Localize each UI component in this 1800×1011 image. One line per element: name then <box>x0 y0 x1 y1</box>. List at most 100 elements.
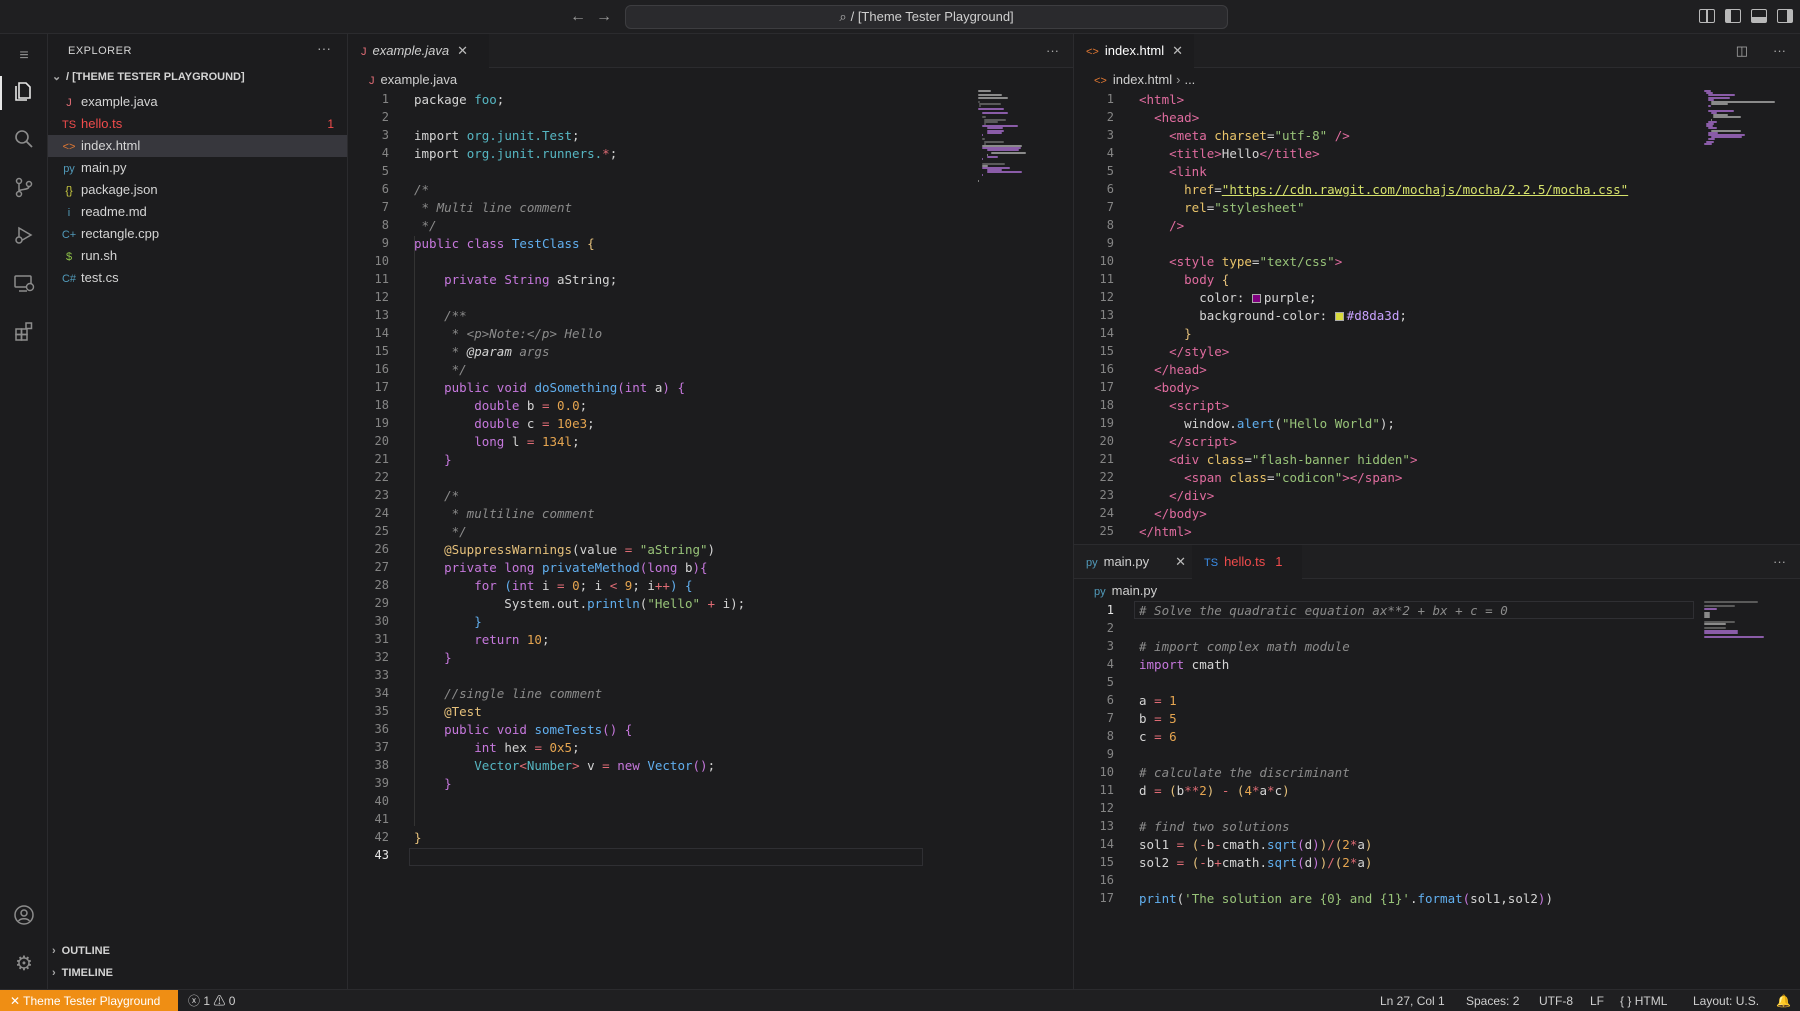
remote-explorer-icon[interactable] <box>12 272 36 296</box>
end-of-line[interactable]: LF <box>1590 990 1604 1011</box>
toggle-primary-sidebar-icon[interactable] <box>1725 9 1741 23</box>
code-line: */ <box>414 524 467 539</box>
command-center-search[interactable]: ⌕ / [Theme Tester Playground] <box>625 5 1228 29</box>
toggle-panel-icon[interactable] <box>1751 9 1767 23</box>
file-name: package.json <box>81 182 158 197</box>
cursor-position[interactable]: Ln 27, Col 1 <box>1380 990 1445 1011</box>
settings-gear-icon[interactable]: ⚙ <box>12 952 36 976</box>
minimap-line <box>986 171 1022 174</box>
html-editor[interactable]: 1 <html> 2 <head> 3 <meta charset="utf-8" /… <box>1074 90 1800 542</box>
line-number: 33 <box>374 668 389 682</box>
line-number: 9 <box>381 236 389 250</box>
file-item-test-cs[interactable]: C# test.cs <box>48 267 348 289</box>
accounts-icon[interactable] <box>12 904 36 928</box>
code-line: <link <box>1169 164 1207 179</box>
toggle-secondary-sidebar-icon[interactable] <box>1777 9 1793 23</box>
minimap[interactable] <box>1704 601 1764 669</box>
more-actions-icon[interactable]: ··· <box>1773 34 1786 68</box>
back-arrow-icon[interactable]: ← <box>568 7 588 27</box>
run-debug-icon[interactable] <box>12 224 36 248</box>
line-number: 2 <box>1106 621 1114 635</box>
tab-example-java[interactable]: Jexample.java ✕ <box>349 34 489 68</box>
file-item-example-java[interactable]: Jexample.java <box>48 91 348 113</box>
line-number: 3 <box>1106 128 1114 142</box>
python-editor[interactable]: 1 # Solve the quadratic equation ax**2 + … <box>1074 601 1800 987</box>
activity-bar: ≡ ⚙ <box>0 34 48 989</box>
minimap[interactable] <box>1704 90 1775 190</box>
close-icon[interactable]: ✕ <box>1175 554 1186 569</box>
tab-hello-ts[interactable]: TS hello.ts 1 <box>1192 545 1302 579</box>
file-name: run.sh <box>81 248 118 263</box>
more-actions-icon[interactable]: ··· <box>1046 34 1059 68</box>
close-icon[interactable]: ✕ <box>457 43 468 58</box>
code-line: return 10; <box>474 632 550 647</box>
tab-index-html[interactable]: <> index.html ✕ <box>1074 34 1194 68</box>
line-number: 3 <box>381 128 389 142</box>
file-item-rectangle-cpp[interactable]: C+ rectangle.cpp <box>48 223 348 245</box>
line-number: 1 <box>1106 92 1114 106</box>
line-number: 23 <box>374 488 389 502</box>
line-number: 23 <box>1099 488 1114 502</box>
file-name: test.cs <box>81 270 119 285</box>
line-number: 18 <box>374 398 389 412</box>
menu-icon[interactable]: ≡ <box>12 44 36 68</box>
tab-main-py[interactable]: py main.py ✕ <box>1074 545 1192 579</box>
line-number: 5 <box>1106 164 1114 178</box>
forward-arrow-icon[interactable]: → <box>594 7 614 27</box>
keyboard-layout[interactable]: Layout: U.S. <box>1693 990 1759 1011</box>
file-name: index.html <box>81 138 141 153</box>
customize-layout-icon[interactable] <box>1699 9 1715 23</box>
line-number: 14 <box>1099 326 1114 340</box>
folder-header[interactable]: ⌄ / [THEME TESTER PLAYGROUND] <box>52 70 245 83</box>
source-control-icon[interactable] <box>12 176 36 200</box>
file-item-readme-md[interactable]: i readme.md <box>48 201 348 223</box>
file-item-index-html[interactable]: <> index.html <box>48 135 347 157</box>
explorer-files-icon[interactable] <box>12 80 36 104</box>
minimap-line <box>1704 607 1718 610</box>
line-number: 2 <box>1106 110 1114 124</box>
minimap-line <box>1704 636 1764 639</box>
java-editor[interactable]: 1 package foo; 2 3 import org.junit.Test; 4 im… <box>349 90 1073 870</box>
code-line: </div> <box>1169 488 1215 503</box>
more-actions-icon[interactable]: ··· <box>1773 545 1786 579</box>
file-type-icon: J <box>66 97 72 109</box>
minimap-line <box>982 112 1008 114</box>
language-mode[interactable]: { } HTML <box>1620 990 1667 1011</box>
python-file-icon: py <box>1086 557 1098 569</box>
problems-indicator[interactable]: ⓧ 1 ⚠ 0 <box>188 990 235 1011</box>
file-item-run-sh[interactable]: $ run.sh <box>48 245 348 267</box>
status-bar: ✕ Theme Tester Playground ⓧ 1 ⚠ 0 Ln 27,… <box>0 989 1800 1011</box>
file-item-hello-ts[interactable]: TS hello.ts 1 <box>48 113 348 135</box>
chevron-right-icon: › <box>52 945 56 957</box>
file-item-main-py[interactable]: py main.py <box>48 157 348 179</box>
warning-icon: ⚠ <box>213 994 226 1008</box>
code-line: System.out.println("Hello" + i); <box>414 596 746 611</box>
minimap-line <box>1710 103 1729 106</box>
line-number: 25 <box>1099 524 1114 538</box>
breadcrumb[interactable]: <> index.html ›... <box>1094 69 1195 91</box>
code-line: long l = 134l; <box>474 434 580 449</box>
encoding[interactable]: UTF-8 <box>1539 990 1573 1011</box>
html-file-icon: <> <box>1086 46 1099 58</box>
more-actions-icon[interactable]: ··· <box>317 40 331 56</box>
breadcrumb[interactable]: py main.py <box>1094 580 1157 602</box>
breadcrumb[interactable]: Jexample.java <box>369 69 457 91</box>
timeline-section[interactable]: › TIMELINE <box>52 967 113 979</box>
remote-indicator[interactable]: ✕ Theme Tester Playground <box>0 990 178 1011</box>
search-icon[interactable] <box>12 128 36 152</box>
close-icon[interactable]: ✕ <box>1172 43 1183 58</box>
line-number: 11 <box>374 272 389 286</box>
line-number: 41 <box>374 812 389 826</box>
indentation[interactable]: Spaces: 2 <box>1466 990 1519 1011</box>
outline-section[interactable]: › OUTLINE <box>52 945 110 957</box>
extensions-icon[interactable] <box>12 320 36 344</box>
code-line: * <p>Note:</p> Hello <box>414 326 603 341</box>
line-number: 26 <box>374 542 389 556</box>
minimap[interactable] <box>978 90 1028 262</box>
split-editor-icon[interactable]: ◫ <box>1736 34 1748 68</box>
file-type-icon: py <box>63 163 75 175</box>
minimap-line <box>1704 631 1739 634</box>
file-item-package-json[interactable]: {} package.json <box>48 179 348 201</box>
code-line: } <box>474 614 482 629</box>
notifications-bell-icon[interactable]: 🔔 <box>1776 990 1791 1011</box>
